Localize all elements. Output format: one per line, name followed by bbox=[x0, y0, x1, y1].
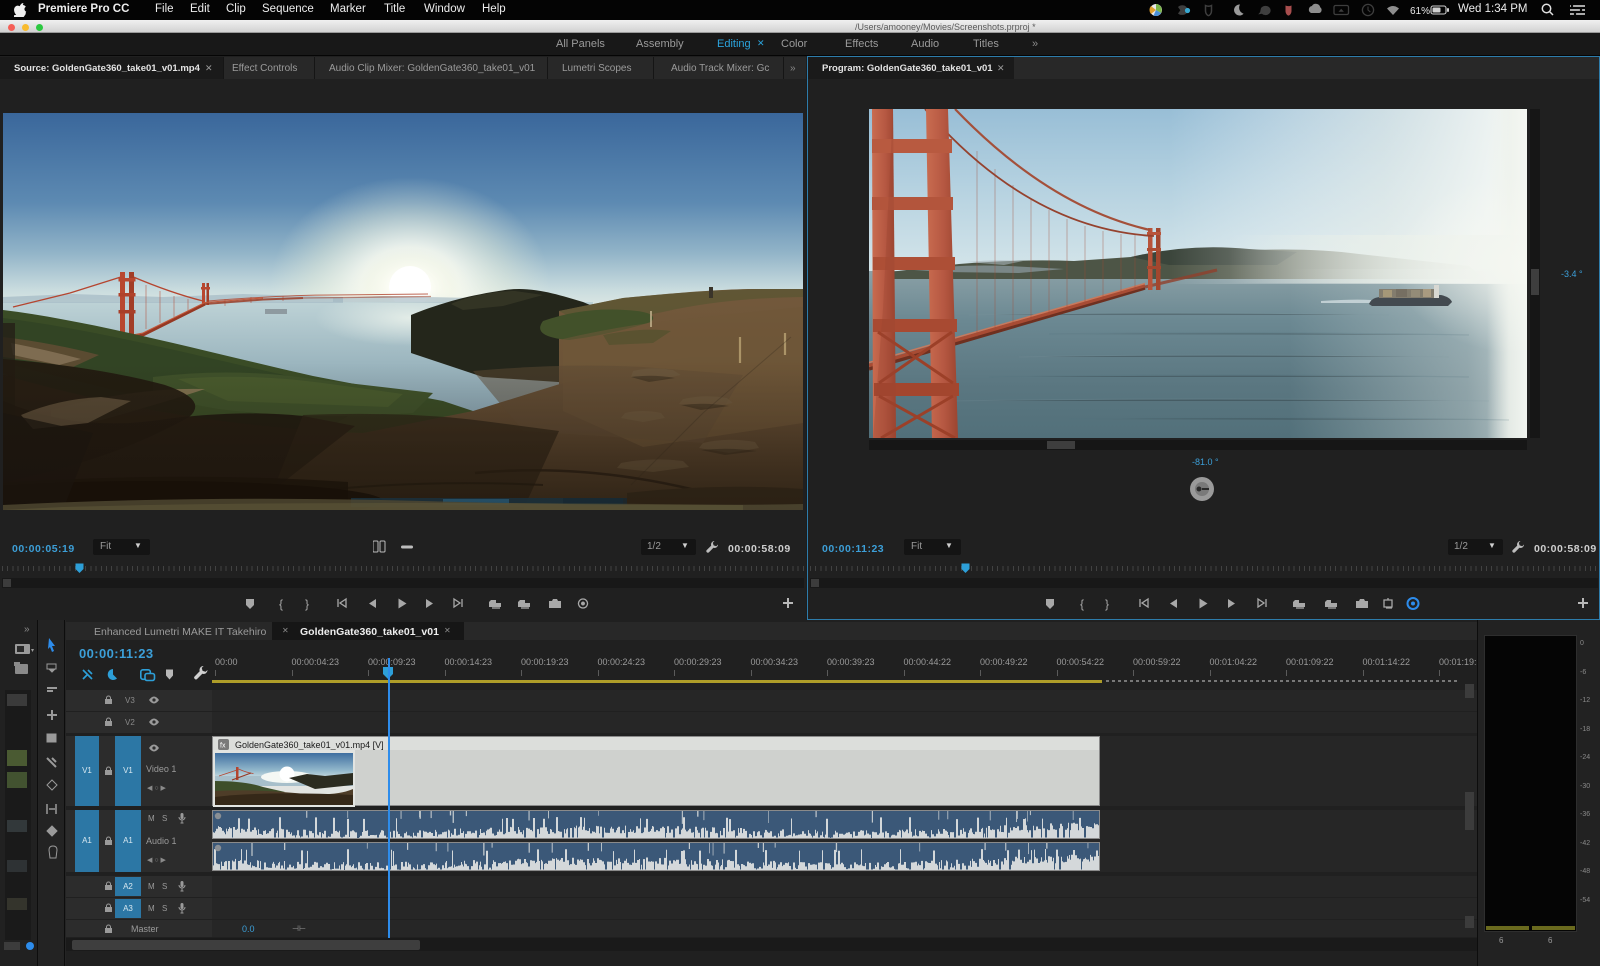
svg-text:61%: 61% bbox=[1410, 6, 1430, 17]
svg-text:{: { bbox=[279, 597, 283, 611]
svg-text:▾: ▾ bbox=[31, 648, 34, 654]
svg-text:{: { bbox=[1080, 597, 1084, 611]
svg-text:}: } bbox=[1105, 597, 1109, 611]
svg-text:fx: fx bbox=[220, 743, 226, 750]
svg-text:}: } bbox=[305, 597, 309, 611]
